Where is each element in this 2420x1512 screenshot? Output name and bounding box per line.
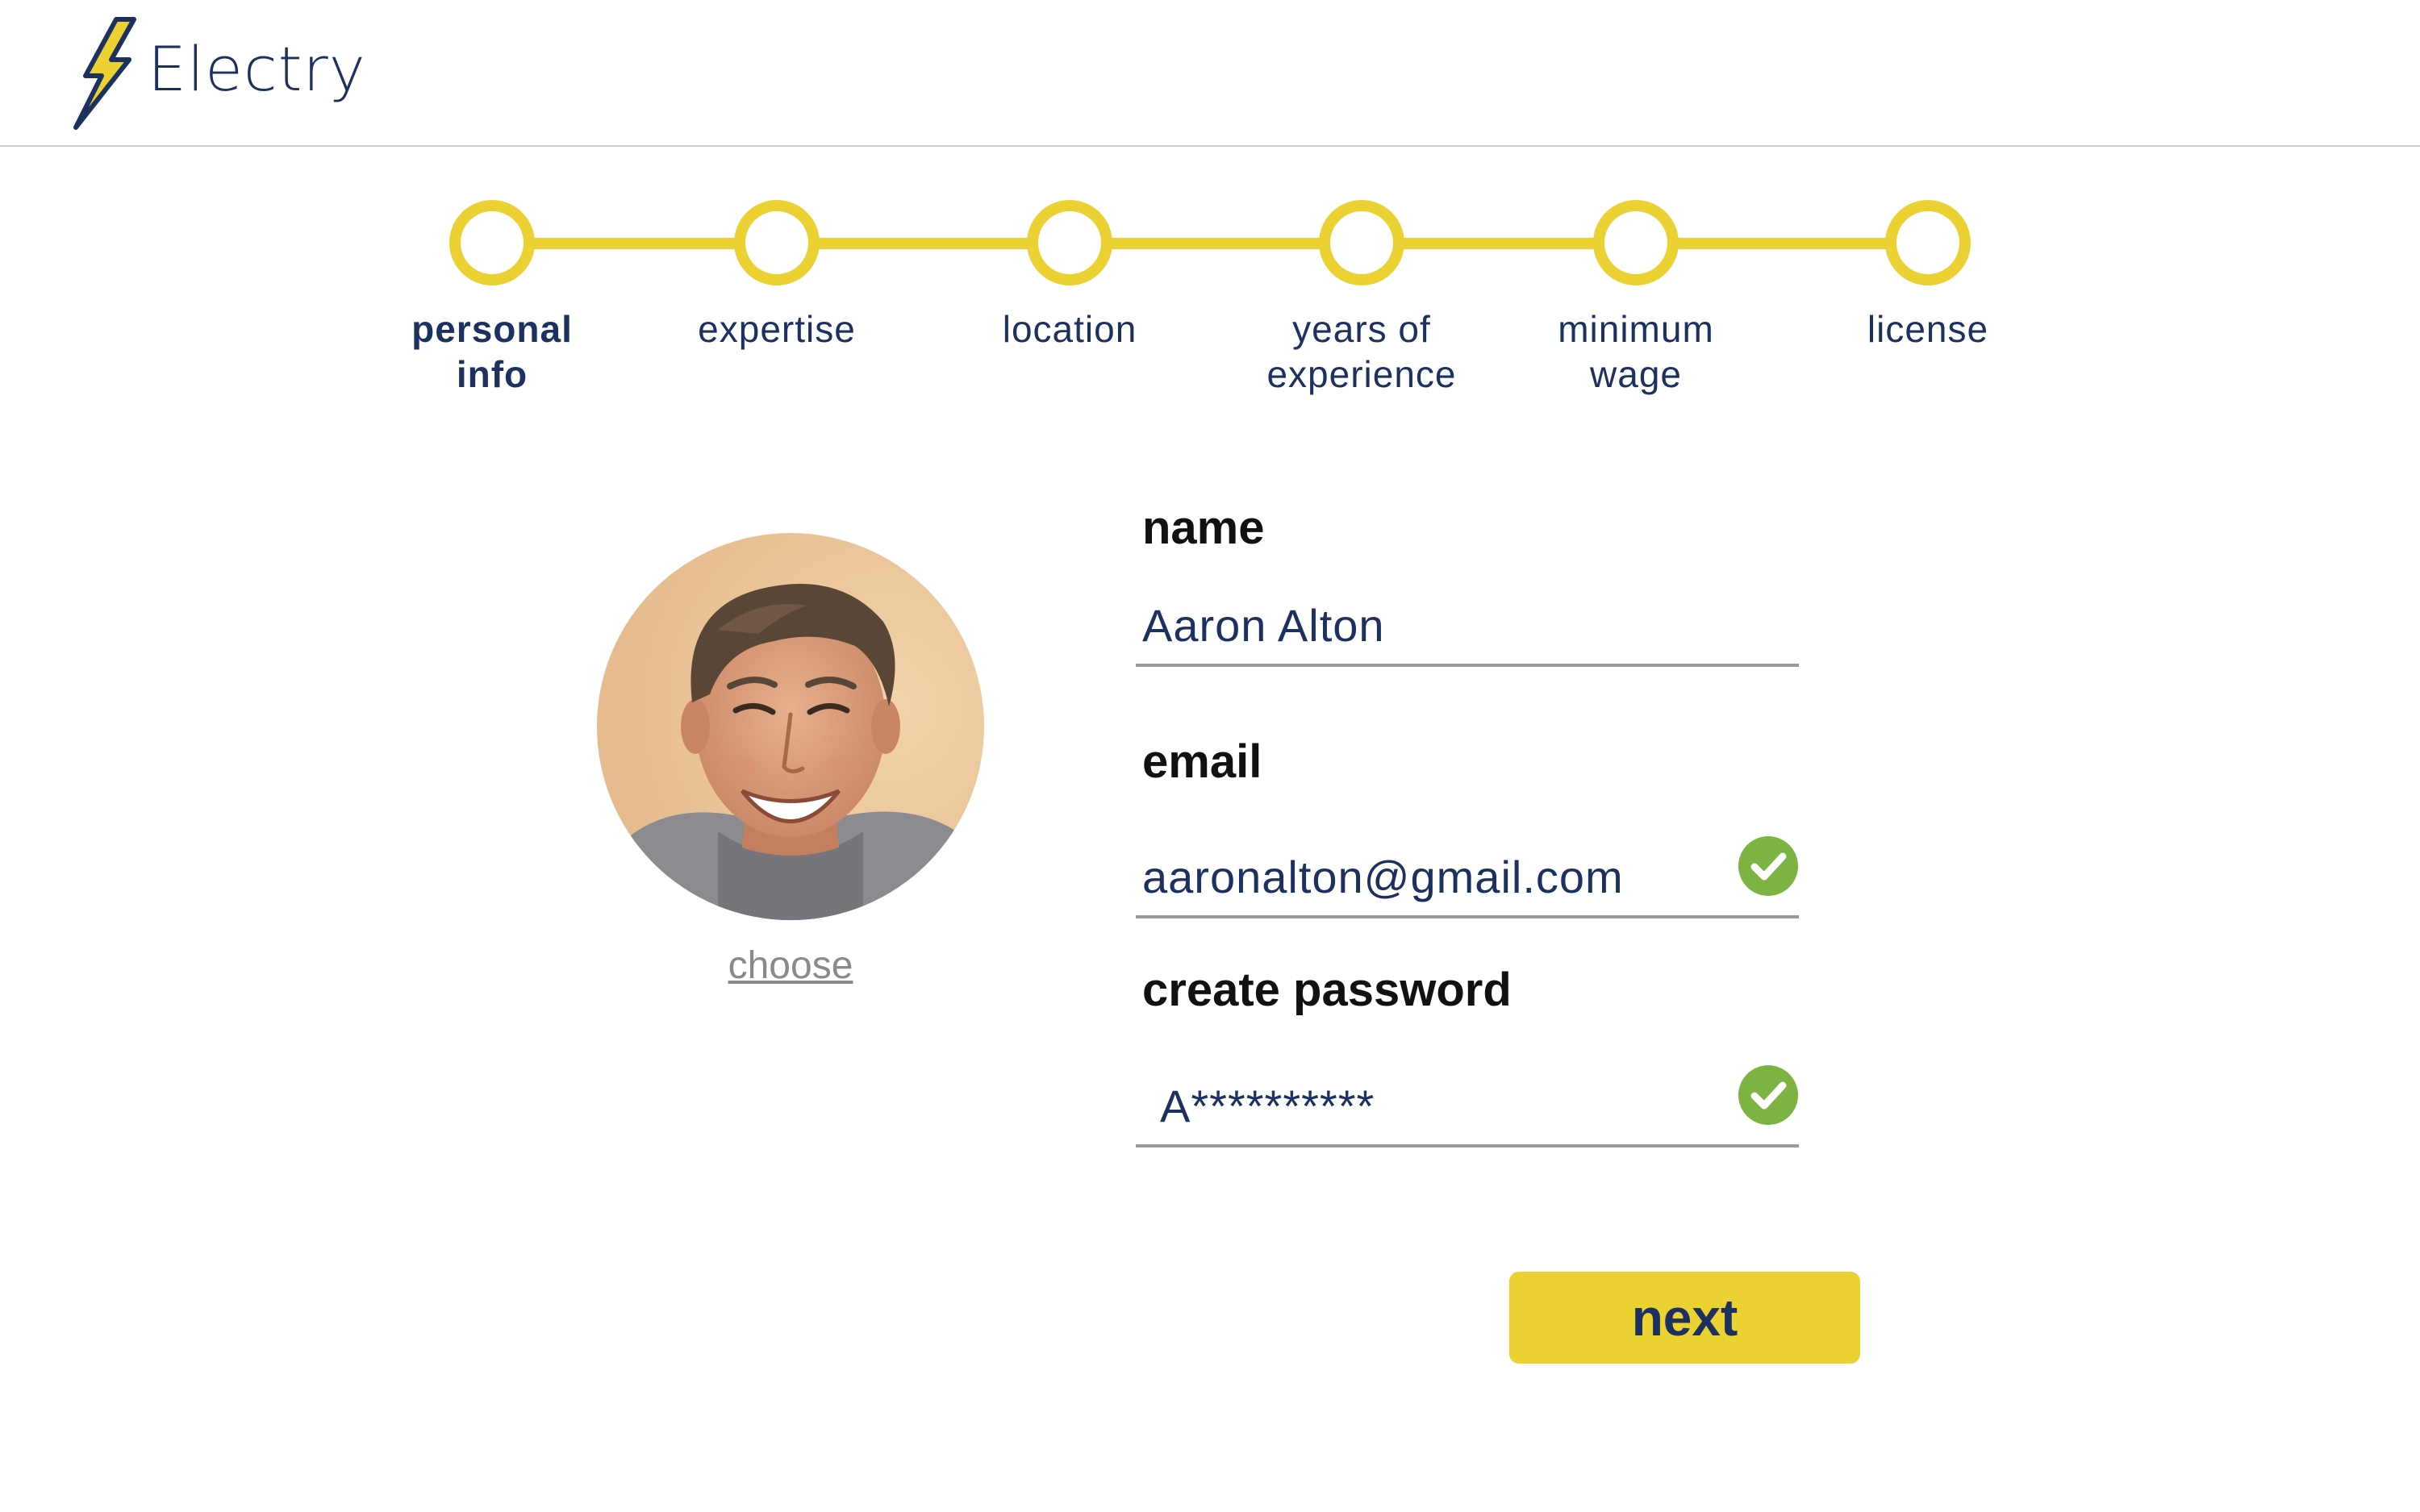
next-button[interactable]: next [1509,1272,1860,1364]
step-license[interactable]: license [1783,200,2073,352]
step-marker [1027,200,1112,285]
step-label: minimum wage [1558,308,1714,395]
avatar-photo [597,533,984,920]
step-minimum-wage[interactable]: minimum wage [1491,200,1781,397]
choose-photo-link[interactable]: choose [645,942,936,990]
step-label: location [1002,308,1137,350]
check-circle-icon [1738,836,1798,896]
check-circle-icon [1738,1065,1798,1125]
name-field[interactable]: Aaron Alton [1136,588,1799,667]
step-marker [1319,200,1404,285]
step-marker [1593,200,1679,285]
signup-page: Electry personal info expertise location… [0,0,2420,1512]
email-field[interactable]: aaronalton@gmail.com [1136,836,1799,918]
email-label: email [1142,735,1262,788]
password-field[interactable]: A********** [1136,1065,1799,1148]
step-years-of-experience[interactable]: years of experience [1216,200,1507,397]
step-label: license [1867,308,1989,350]
app-name: Electry [148,33,366,105]
step-marker [734,200,820,285]
step-marker [449,200,535,285]
step-expertise[interactable]: expertise [632,200,922,352]
app-header: Electry [0,0,2420,147]
password-label: create password [1142,964,1512,1016]
avatar [597,533,984,920]
name-value: Aaron Alton [1142,600,1385,651]
step-label: expertise [698,308,856,350]
step-label: personal info [411,308,573,395]
step-location[interactable]: location [924,200,1215,352]
email-value: aaronalton@gmail.com [1142,852,1624,902]
lightning-bolt-icon [73,17,136,130]
password-value: A********** [1160,1081,1375,1131]
name-label: name [1142,502,1265,554]
step-label: years of experience [1266,308,1457,395]
step-marker [1885,200,1971,285]
step-personal-info[interactable]: personal info [347,200,637,397]
